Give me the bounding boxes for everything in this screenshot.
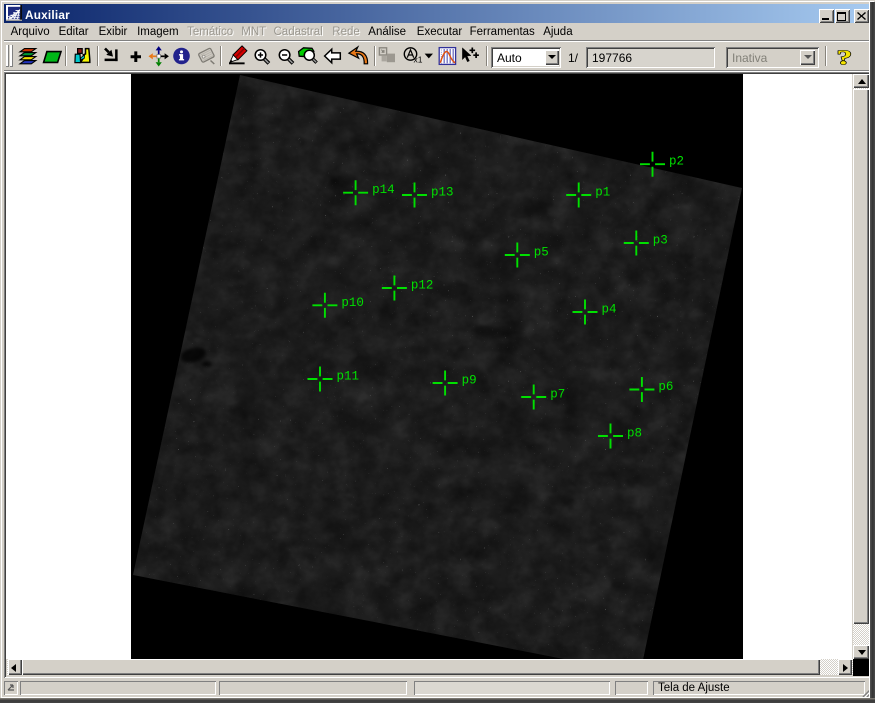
svg-text:p11: p11 bbox=[337, 370, 360, 384]
svg-text:?: ? bbox=[837, 46, 853, 70]
svg-text:p4: p4 bbox=[602, 303, 617, 317]
svg-text:p1: p1 bbox=[595, 186, 610, 200]
svg-text:p12: p12 bbox=[411, 279, 434, 293]
svg-text:p5: p5 bbox=[534, 246, 549, 260]
svg-text:p8: p8 bbox=[627, 427, 642, 441]
svg-text:p3: p3 bbox=[653, 234, 668, 248]
svg-text:p13: p13 bbox=[431, 186, 454, 200]
svg-text:p9: p9 bbox=[462, 374, 477, 388]
svg-text:p10: p10 bbox=[341, 296, 364, 310]
svg-text:x1: x1 bbox=[414, 55, 423, 65]
svg-text:p6: p6 bbox=[658, 380, 673, 394]
svg-text:p7: p7 bbox=[550, 388, 565, 402]
svg-text:p14: p14 bbox=[372, 183, 395, 197]
svg-text:p2: p2 bbox=[669, 155, 684, 169]
